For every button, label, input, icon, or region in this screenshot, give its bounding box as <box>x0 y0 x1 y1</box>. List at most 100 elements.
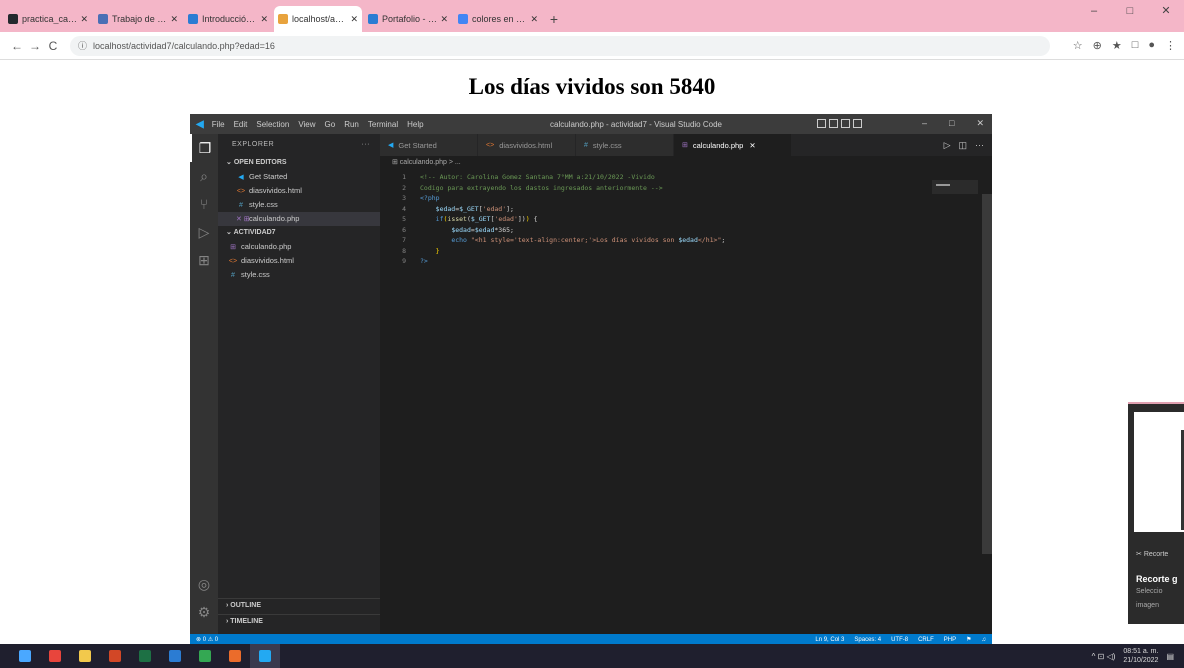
extensions-icon[interactable]: ⊞ <box>190 246 218 274</box>
clock[interactable]: 08:51 a. m. 21/10/2022 <box>1123 647 1158 665</box>
editor-scrollbar[interactable] <box>982 194 992 554</box>
code-editor[interactable]: 1 <!-- Autor: Carolina Gomez Santana 7°MM… <box>380 172 992 267</box>
browser-tab[interactable]: localhost/actividad7/calcula✕ <box>274 6 362 32</box>
status-item[interactable]: UTF-8 <box>891 637 908 643</box>
problems-status[interactable]: ⊗ 0 ⚠ 0 <box>196 636 805 643</box>
chrome-2-icon[interactable] <box>190 644 220 668</box>
status-item[interactable]: CRLF <box>918 637 934 643</box>
translate-icon[interactable]: ☆ <box>1073 39 1083 52</box>
menu-item-file[interactable]: File <box>212 120 225 129</box>
outline-section[interactable]: › OUTLINE <box>218 598 380 612</box>
menu-item-edit[interactable]: Edit <box>234 120 248 129</box>
code-text: } <box>435 246 440 255</box>
excel-icon[interactable] <box>130 644 160 668</box>
status-item[interactable]: ⚑ <box>966 637 971 643</box>
browser-tab[interactable]: Trabajo de clase en PHP✕ <box>94 6 182 32</box>
office-icon[interactable] <box>220 644 250 668</box>
vscode-close-button[interactable]: ✕ <box>976 118 984 129</box>
editor-tab[interactable]: <> diasvividos.html <box>478 134 576 156</box>
layout-toggle-icon[interactable] <box>817 119 826 128</box>
info-icon[interactable]: ⓘ <box>78 39 87 52</box>
code-text: $edad=$edad*365; <box>451 225 514 234</box>
file-label: diasvividos.html <box>249 186 302 195</box>
file-type-icon: <> <box>486 141 495 149</box>
vscode-maximize-button[interactable]: □ <box>949 118 954 129</box>
tab-close-icon[interactable]: ✕ <box>350 14 358 25</box>
breadcrumb[interactable]: ⊞ calculando.php > ... <box>380 156 992 170</box>
tab-close-icon[interactable]: ✕ <box>260 14 268 25</box>
browser-tab[interactable]: Portafolio - Documento✕ <box>364 6 452 32</box>
layout-toggle-icon[interactable] <box>853 119 862 128</box>
editor-more-icon[interactable]: ··· <box>975 140 984 150</box>
run-debug-icon[interactable]: ▷ <box>190 218 218 246</box>
file-item[interactable]: ⊞ calculando.php <box>218 240 380 254</box>
close-window-button[interactable]: ✕ <box>1148 0 1184 22</box>
vscode-icon[interactable] <box>250 644 280 668</box>
editor-tab[interactable]: # style.css <box>576 134 674 156</box>
editor-tab[interactable]: ◀ Get Started <box>380 134 478 156</box>
menu-item-view[interactable]: View <box>298 120 315 129</box>
forward-button[interactable]: → <box>26 39 44 53</box>
tab-close-icon[interactable]: ✕ <box>170 14 178 25</box>
more-actions-icon[interactable]: ··· <box>362 134 371 156</box>
menu-kebab-icon[interactable]: ⋮ <box>1165 39 1176 52</box>
status-item[interactable]: Spaces: 4 <box>854 637 881 643</box>
search-icon[interactable]: ⌕ <box>190 162 218 190</box>
open-editors-section[interactable]: ⌄ OPEN EDITORS <box>218 156 380 170</box>
file-item[interactable]: ✕ ⊞calculando.php <box>218 212 380 226</box>
status-item[interactable]: Ln 9, Col 3 <box>815 637 844 643</box>
tray-icons[interactable]: ^ ⊡ ◁) <box>1092 652 1116 661</box>
menu-item-selection[interactable]: Selection <box>256 120 289 129</box>
status-right: Ln 9, Col 3 Spaces: 4 UTF-8 CRLF PHP ⚑ ♫ <box>805 636 986 643</box>
status-item[interactable]: ♫ <box>982 637 987 643</box>
settings-gear-icon[interactable]: ⚙ <box>190 598 218 626</box>
minimize-button[interactable]: ‒ <box>1076 0 1112 22</box>
share-icon[interactable]: ⊕ <box>1093 39 1102 52</box>
file-item[interactable]: <> diasvividos.html <box>218 254 380 268</box>
file-item[interactable]: <> diasvividos.html <box>218 184 380 198</box>
timeline-section[interactable]: › TIMELINE <box>218 614 380 628</box>
tab-close-icon[interactable]: ✕ <box>80 14 88 25</box>
profile-avatar[interactable]: ● <box>1148 39 1155 52</box>
menu-item-run[interactable]: Run <box>344 120 359 129</box>
back-button[interactable]: ← <box>8 39 26 53</box>
source-control-icon[interactable]: ⑂ <box>190 190 218 218</box>
extension-icon[interactable]: □ <box>1132 39 1139 52</box>
notifications-icon[interactable]: ▤ <box>1166 652 1174 661</box>
menu-item-help[interactable]: Help <box>407 120 423 129</box>
address-bar[interactable]: ⓘ localhost/actividad7/calculando.php?ed… <box>70 35 1050 56</box>
file-item[interactable]: ◀ Get Started <box>218 170 380 184</box>
browser-tab[interactable]: colores en html - Búsqueda✕ <box>454 6 542 32</box>
snip-thumbnail[interactable] <box>1134 412 1184 532</box>
editor-tab[interactable]: ⊞ calculando.php ✕ <box>674 134 792 156</box>
maximize-button[interactable]: □ <box>1112 0 1148 22</box>
reload-button[interactable]: C <box>44 39 62 53</box>
run-file-icon[interactable]: ▷ <box>944 140 951 151</box>
layout-toggle-icon[interactable] <box>829 119 838 128</box>
snip-notification[interactable]: ✂ Recorte Recorte g Seleccio imagen <box>1128 402 1184 624</box>
word-icon[interactable] <box>160 644 190 668</box>
folder-section[interactable]: ⌄ ACTIVIDAD7 <box>218 226 380 240</box>
file-item[interactable]: # style.css <box>218 268 380 282</box>
file-explorer-icon[interactable] <box>70 644 100 668</box>
tab-close-icon[interactable]: ✕ <box>440 14 448 25</box>
explorer-files-icon[interactable]: ❐ <box>190 134 218 162</box>
browser-tab[interactable]: practica_calcular_edad✕ <box>4 6 92 32</box>
bookmark-star-icon[interactable]: ★ <box>1112 39 1122 52</box>
minimap[interactable] <box>932 180 978 194</box>
browser-tab[interactable]: Introducción a PHP - Docum✕ <box>184 6 272 32</box>
account-icon[interactable]: ◎ <box>190 570 218 598</box>
menu-item-terminal[interactable]: Terminal <box>368 120 398 129</box>
close-tab-icon[interactable]: ✕ <box>749 141 755 150</box>
powerpoint-icon[interactable] <box>100 644 130 668</box>
vscode-minimize-button[interactable]: ‒ <box>922 118 927 129</box>
chrome-icon[interactable] <box>40 644 70 668</box>
new-tab-button[interactable]: + <box>544 6 564 32</box>
tab-close-icon[interactable]: ✕ <box>530 14 538 25</box>
split-editor-icon[interactable]: ◫ <box>958 140 967 151</box>
layout-toggle-icon[interactable] <box>841 119 850 128</box>
file-item[interactable]: # style.css <box>218 198 380 212</box>
windows-start-icon[interactable] <box>10 644 40 668</box>
status-item[interactable]: PHP <box>944 637 956 643</box>
menu-item-go[interactable]: Go <box>325 120 336 129</box>
